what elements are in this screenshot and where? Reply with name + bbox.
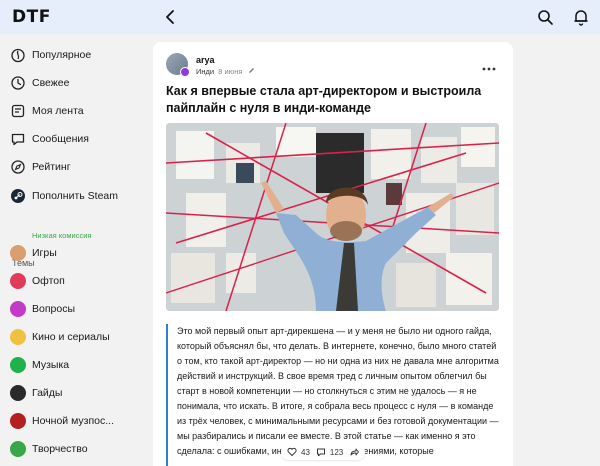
feed-icon — [10, 103, 26, 119]
sidebar-item-fresh[interactable]: Свежее — [10, 71, 69, 95]
comments-button[interactable]: 123 — [316, 447, 343, 457]
search-button[interactable] — [536, 8, 554, 26]
notifications-button[interactable] — [572, 8, 590, 26]
topic-label: Кино и сериалы — [32, 331, 110, 343]
sidebar-item-popular[interactable]: Популярное — [10, 43, 91, 67]
steam-subtitle: Низкая комиссия — [32, 231, 92, 240]
reactions-bar: 43 123 — [281, 444, 366, 460]
topic-night-music[interactable]: Ночной музпос... — [10, 409, 114, 433]
topic-guides[interactable]: Гайды — [10, 381, 62, 405]
topic-label: Гайды — [32, 387, 63, 399]
popcorn-icon — [10, 329, 26, 345]
topic-label: Вопросы — [32, 303, 76, 315]
heart-icon — [287, 447, 297, 456]
topic-label: Музыка — [32, 359, 70, 371]
compass-icon — [10, 159, 26, 175]
post-date: 8 июня — [218, 67, 243, 76]
community-badge-icon — [180, 67, 190, 77]
steam-icon — [10, 188, 26, 204]
topic-label: Творчество — [32, 443, 88, 455]
games-topic-icon — [10, 245, 26, 261]
flame-icon — [10, 47, 26, 63]
conspiracy-board-image — [166, 123, 499, 311]
bell-icon — [574, 10, 588, 26]
search-icon — [538, 10, 553, 25]
share-button[interactable] — [349, 447, 360, 457]
chat-icon — [10, 131, 26, 147]
more-options-button[interactable] — [482, 59, 496, 71]
offtop-topic-icon — [10, 273, 26, 289]
like-button[interactable]: 43 — [287, 447, 310, 457]
pencil-icon — [248, 68, 254, 73]
author-name[interactable]: arya — [196, 55, 215, 65]
night-music-topic-icon — [10, 413, 26, 429]
sidebar-item-label: Сообщения — [32, 133, 89, 145]
topic-movies[interactable]: Кино и сериалы — [10, 325, 110, 349]
community-name[interactable]: Инди — [196, 67, 214, 76]
guides-topic-icon — [10, 385, 26, 401]
sidebar: Популярное Свежее Моя лента Сообщения Ре… — [0, 34, 150, 466]
post-body-text: Это мой первый опыт арт-дирекшена — и у … — [177, 326, 499, 456]
topic-music[interactable]: Музыка — [10, 353, 69, 377]
back-button[interactable] — [162, 8, 180, 26]
chevron-left-icon — [166, 10, 174, 24]
share-icon — [350, 448, 360, 456]
topic-label: Игры — [32, 247, 57, 259]
post-title[interactable]: Как я впервые стала арт-директором и выс… — [166, 83, 486, 117]
sidebar-item-label: Рейтинг — [32, 161, 71, 173]
topic-label: Офтоп — [32, 275, 65, 287]
topic-creativity[interactable]: Творчество — [10, 437, 88, 461]
topic-offtop[interactable]: Офтоп — [10, 269, 65, 293]
sidebar-item-label: Пополнить Steam — [32, 190, 119, 202]
clock-icon — [10, 75, 26, 91]
topic-label: Ночной музпос... — [32, 415, 115, 427]
more-dots-icon — [482, 67, 496, 71]
top-bar: DTF — [0, 0, 600, 34]
creativity-topic-icon — [10, 441, 26, 457]
author-avatar[interactable] — [166, 53, 190, 77]
sidebar-item-label: Моя лента — [32, 105, 84, 117]
sidebar-item-my-feed[interactable]: Моя лента — [10, 99, 84, 123]
comment-icon — [316, 448, 325, 457]
post-meta: Инди 8 июня — [196, 67, 255, 76]
sidebar-item-steam[interactable]: Пополнить Steam — [10, 184, 118, 208]
sidebar-item-label: Популярное — [32, 49, 92, 61]
comment-count: 123 — [329, 447, 344, 457]
like-count: 43 — [301, 447, 310, 457]
sidebar-item-messages[interactable]: Сообщения — [10, 127, 89, 151]
sidebar-item-label: Свежее — [32, 77, 70, 89]
music-topic-icon — [10, 357, 26, 373]
questions-topic-icon — [10, 301, 26, 317]
sidebar-item-rating[interactable]: Рейтинг — [10, 155, 71, 179]
post-image[interactable] — [166, 123, 499, 311]
dtf-logo[interactable]: DTF — [12, 7, 51, 27]
topic-games[interactable]: Игры — [10, 241, 57, 265]
post-card: arya Инди 8 июня Как я впервые стала арт… — [153, 42, 513, 466]
topic-questions[interactable]: Вопросы — [10, 297, 75, 321]
